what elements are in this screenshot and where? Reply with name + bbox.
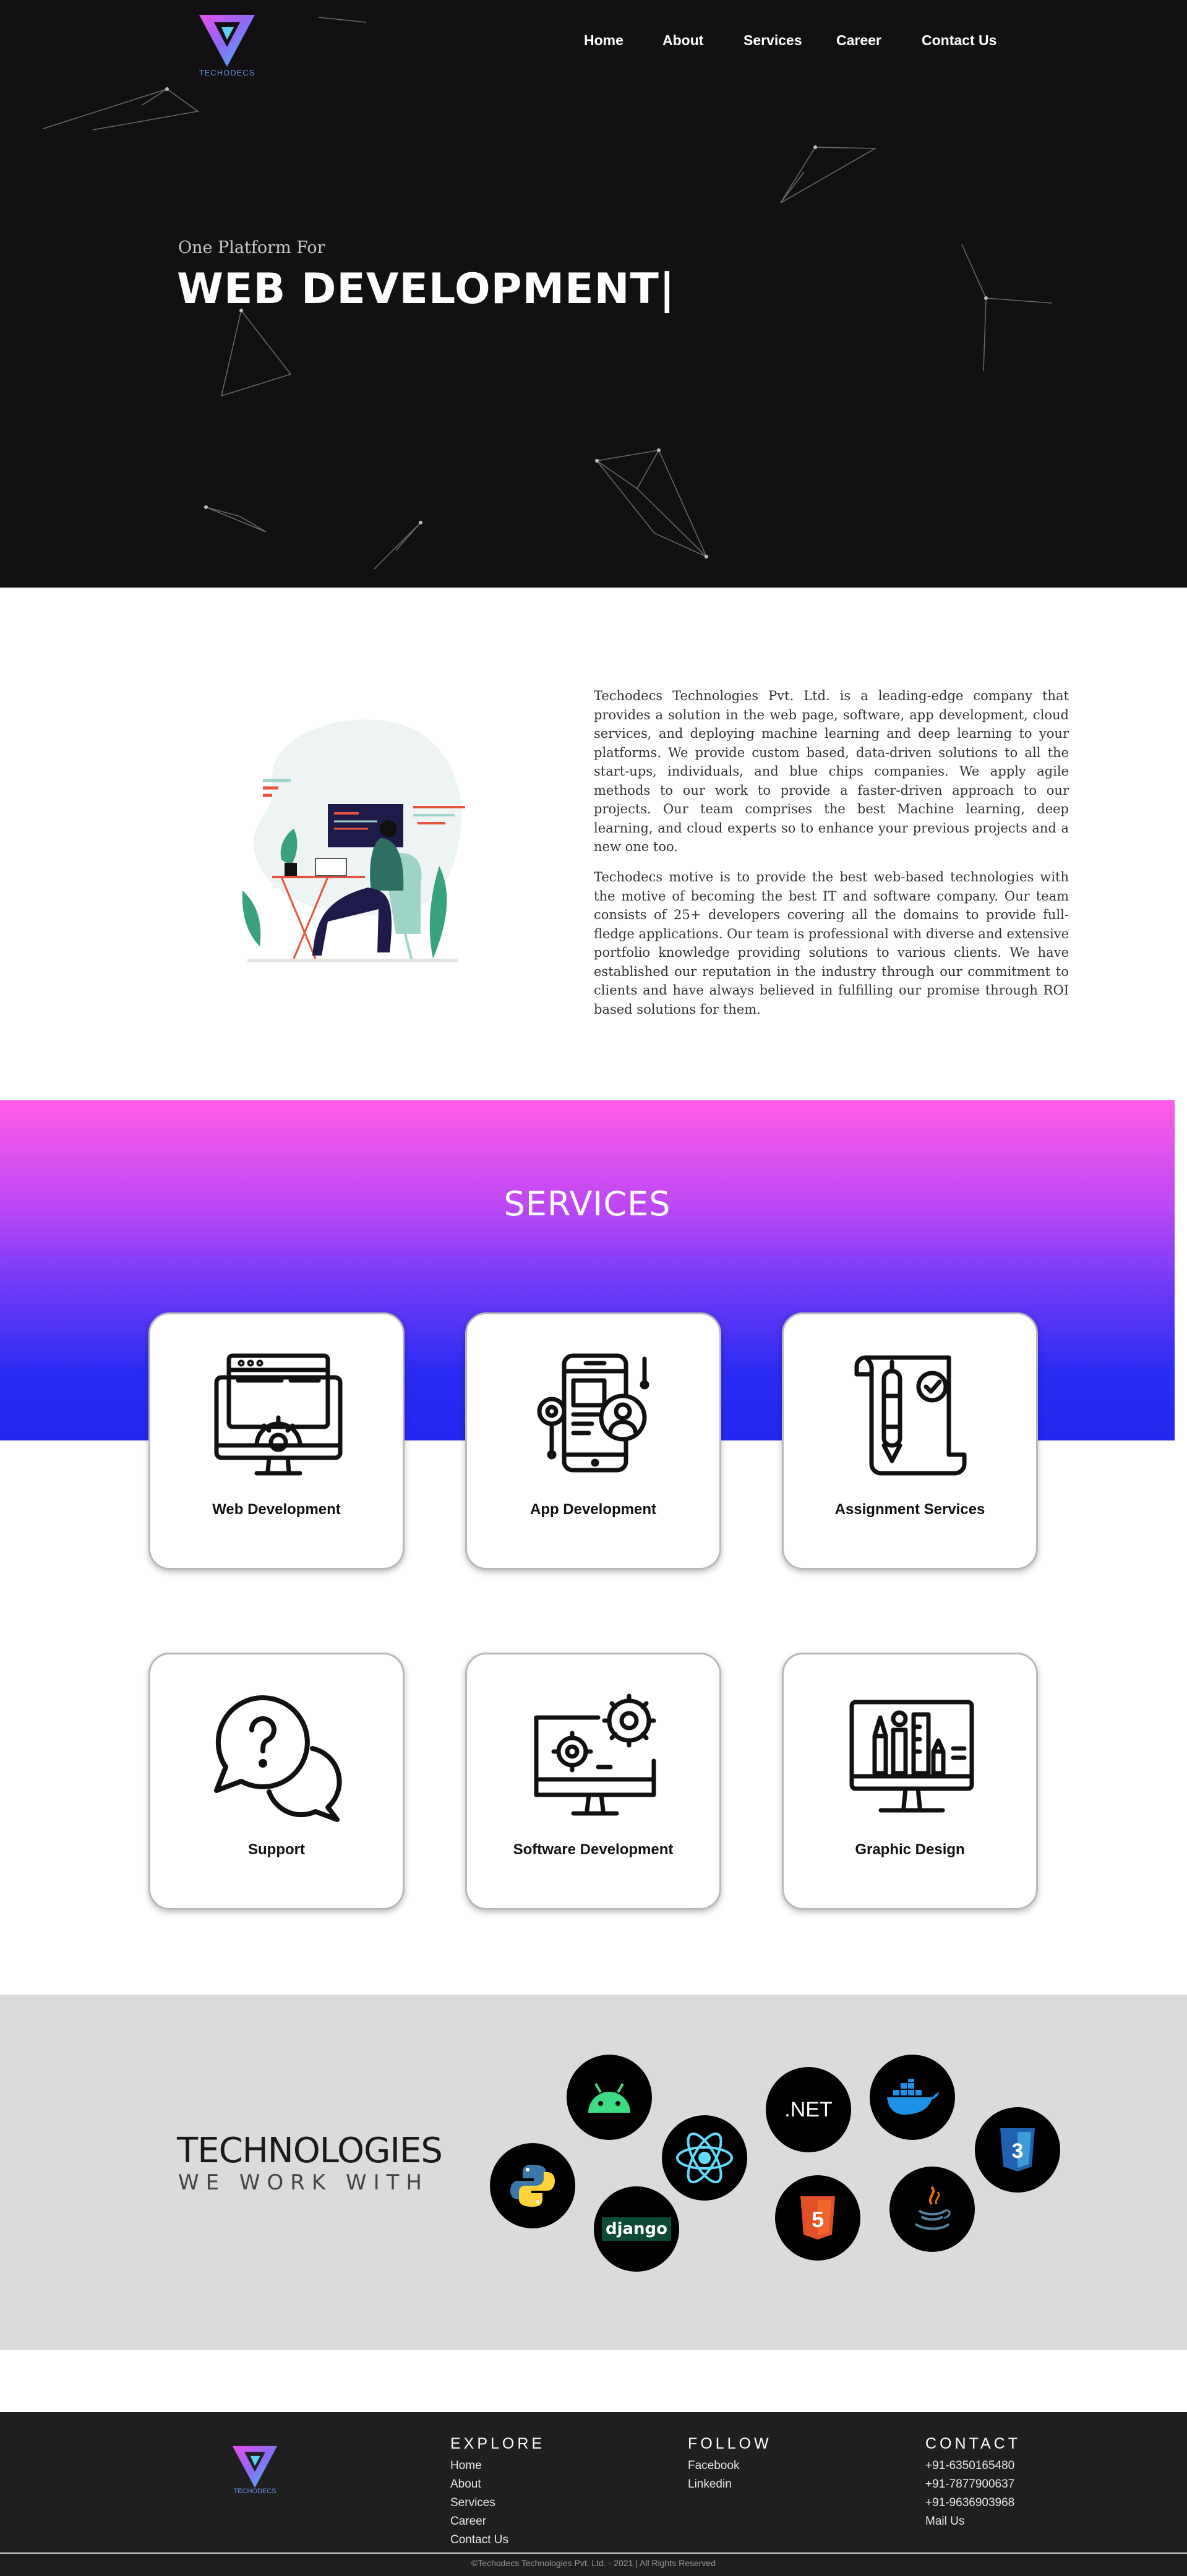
hero-subtitle: One Platform For bbox=[178, 238, 325, 257]
footer: TECHODECS EXPLORE Home About Services Ca… bbox=[0, 2412, 1187, 2576]
developer-at-desk-illustration bbox=[242, 719, 465, 962]
nav-home[interactable]: Home bbox=[584, 32, 623, 49]
footer-link-linkedin[interactable]: Linkedin bbox=[688, 2475, 772, 2494]
dotnet-icon: .NET bbox=[766, 2067, 851, 2152]
follow-heading: FOLLOW bbox=[688, 2435, 772, 2452]
service-card-support[interactable]: Support bbox=[148, 1653, 405, 1910]
service-label: Support bbox=[248, 1841, 305, 1858]
logo-text: TECHODECS bbox=[199, 68, 255, 77]
footer-link-about[interactable]: About bbox=[450, 2475, 545, 2494]
java-icon bbox=[889, 2167, 975, 2252]
footer-mail-link[interactable]: Mail Us bbox=[925, 2512, 1021, 2531]
footer-link-contact-us[interactable]: Contact Us bbox=[450, 2531, 545, 2549]
contact-heading: CONTACT bbox=[925, 2435, 1021, 2452]
dotnet-label: .NET bbox=[784, 2097, 833, 2121]
python-icon bbox=[490, 2143, 575, 2228]
footer-link-facebook[interactable]: Facebook bbox=[688, 2457, 772, 2475]
svg-text:3: 3 bbox=[1012, 2139, 1024, 2163]
technologies-subtitle: WE WORK WITH bbox=[178, 2170, 429, 2195]
service-card-graphic-design[interactable]: Graphic Design bbox=[782, 1653, 1038, 1910]
logo-icon bbox=[199, 15, 255, 67]
technologies-title: TECHNOLOGIES bbox=[177, 2131, 443, 2171]
nav-contact-us[interactable]: Contact Us bbox=[922, 32, 996, 49]
docker-icon bbox=[870, 2055, 955, 2140]
services-heading: SERVICES bbox=[504, 1184, 671, 1223]
footer-link-services[interactable]: Services bbox=[450, 2494, 545, 2512]
css3-icon: 3 bbox=[975, 2107, 1060, 2193]
logo[interactable]: TECHODECS bbox=[197, 11, 257, 77]
footer-logo[interactable]: TECHODECS bbox=[230, 2443, 280, 2495]
footer-phone-2[interactable]: +91-7877900637 bbox=[925, 2475, 1021, 2494]
service-card-app-development[interactable]: App Development bbox=[465, 1312, 721, 1570]
nav-career[interactable]: Career bbox=[836, 32, 881, 49]
web-development-icon bbox=[214, 1353, 343, 1476]
footer-link-career[interactable]: Career bbox=[450, 2512, 545, 2531]
service-label: Graphic Design bbox=[855, 1841, 965, 1858]
footer-phone-1[interactable]: +91-6350165480 bbox=[925, 2457, 1021, 2475]
service-card-assignment-services[interactable]: Assignment Services bbox=[782, 1312, 1038, 1570]
about-illustration bbox=[235, 711, 470, 973]
app-development-icon bbox=[537, 1353, 649, 1473]
service-label: App Development bbox=[529, 1501, 657, 1518]
assignment-icon bbox=[854, 1355, 967, 1476]
android-icon bbox=[567, 2055, 652, 2140]
nav-services[interactable]: Services bbox=[743, 32, 802, 49]
footer-follow: FOLLOW Facebook Linkedin bbox=[688, 2435, 772, 2494]
copyright-text: ©Techodecs Technologies Pvt. Ltd. - 2021… bbox=[471, 2558, 716, 2568]
hero-title: WEB DEVELOPMENT| bbox=[177, 265, 675, 314]
footer-explore: EXPLORE Home About Services Career Conta… bbox=[450, 2435, 545, 2549]
service-label: Software Development bbox=[513, 1841, 674, 1858]
svg-text:5: 5 bbox=[812, 2207, 824, 2232]
service-label: Assignment Services bbox=[834, 1501, 985, 1518]
explore-heading: EXPLORE bbox=[450, 2435, 546, 2452]
service-label: Web Development bbox=[212, 1501, 341, 1518]
nav-about[interactable]: About bbox=[662, 32, 703, 49]
django-label: django bbox=[601, 2217, 672, 2241]
footer-logo-text: TECHODECS bbox=[233, 2488, 276, 2495]
footer-phone-3[interactable]: +91-9636903968 bbox=[925, 2494, 1021, 2512]
graphic-design-icon bbox=[849, 1700, 974, 1813]
footer-contact: CONTACT +91-6350165480 +91-7877900637 +9… bbox=[925, 2435, 1021, 2531]
django-icon: django bbox=[594, 2186, 679, 2272]
about-paragraph-2: Techodecs motive is to provide the best … bbox=[594, 870, 1069, 1017]
hero-section: TECHODECS Home About Services Career Con… bbox=[0, 0, 1187, 588]
logo-icon bbox=[232, 2445, 278, 2488]
react-icon bbox=[662, 2115, 747, 2201]
footer-link-home[interactable]: Home bbox=[450, 2457, 545, 2475]
support-chat-icon bbox=[214, 1695, 342, 1822]
software-development-icon bbox=[534, 1693, 656, 1816]
technologies-section: TECHNOLOGIES WE WORK WITH .NET 3 django … bbox=[0, 1995, 1187, 2350]
footer-divider bbox=[0, 2552, 1187, 2554]
html5-icon: 5 bbox=[775, 2175, 860, 2261]
service-card-software-development[interactable]: Software Development bbox=[465, 1653, 721, 1910]
service-card-web-development[interactable]: Web Development bbox=[148, 1312, 405, 1570]
about-paragraph-1: Techodecs Technologies Pvt. Ltd. is a le… bbox=[594, 688, 1069, 854]
